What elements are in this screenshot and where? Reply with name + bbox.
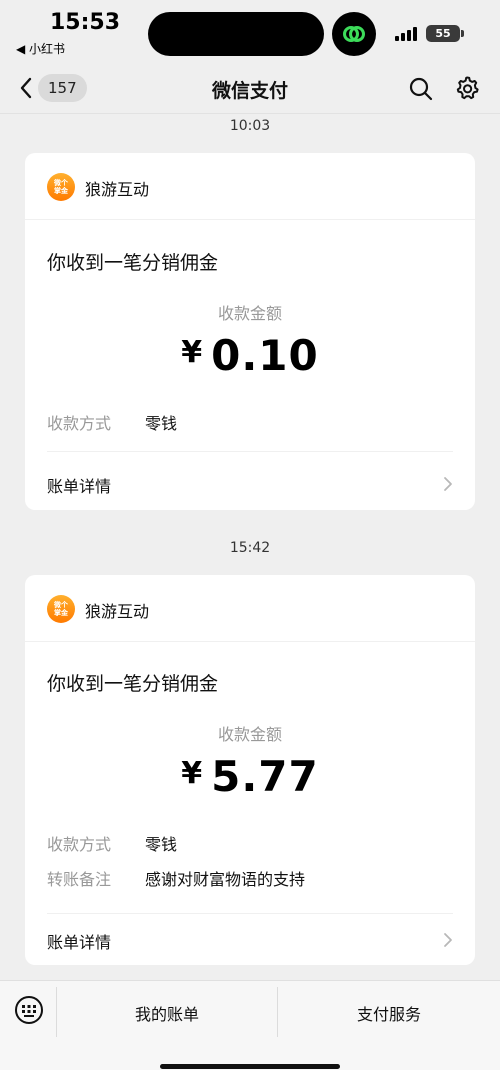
amount-value: ¥5.77 bbox=[25, 752, 475, 801]
nav-bar: 157 微信支付 bbox=[0, 62, 500, 114]
merchant-name: 狼游互动 bbox=[85, 602, 150, 621]
payment-method-value: 零钱 bbox=[145, 414, 178, 433]
transfer-note-label: 转账备注 bbox=[47, 870, 112, 889]
merchant-logo: 微个 掌金 bbox=[47, 595, 75, 623]
payment-notification-card[interactable]: 微个 掌金 狼游互动 你收到一笔分销佣金 收款金额 ¥0.10 收款方式 零钱 账… bbox=[25, 153, 475, 510]
live-activity-icon[interactable] bbox=[332, 12, 376, 56]
notification-heading: 你收到一笔分销佣金 bbox=[47, 673, 219, 695]
amount-label: 收款金额 bbox=[217, 725, 282, 744]
gear-icon[interactable] bbox=[454, 75, 480, 101]
home-indicator[interactable] bbox=[160, 1064, 340, 1069]
bottom-menu-bar: 我的账单 支付服务 bbox=[0, 980, 500, 1070]
dynamic-island bbox=[148, 12, 324, 56]
divider bbox=[47, 913, 453, 914]
payment-notification-card[interactable]: 微个 掌金 狼游互动 你收到一笔分销佣金 收款金额 ¥5.77 收款方式 零钱 转… bbox=[25, 575, 475, 965]
merchant-logo: 微个 掌金 bbox=[47, 173, 75, 201]
timestamp-text: 15:42 bbox=[221, 538, 279, 558]
message-timestamp: 15:42 bbox=[0, 538, 500, 558]
message-timestamp: 10:03 bbox=[0, 116, 500, 136]
currency-symbol: ¥ bbox=[181, 335, 204, 370]
back-to-app-link[interactable]: ◀ 小红书 bbox=[16, 40, 65, 57]
transfer-note-value: 感谢对财富物语的支持 bbox=[145, 870, 306, 889]
payment-method-value: 零钱 bbox=[145, 835, 178, 854]
divider bbox=[25, 219, 475, 220]
amount-number: 0.10 bbox=[211, 331, 319, 380]
notification-heading: 你收到一笔分销佣金 bbox=[47, 252, 219, 274]
battery-icon: 55 bbox=[426, 25, 460, 42]
status-bar: 15:53 ◀ 小红书 55 bbox=[0, 0, 500, 62]
divider bbox=[47, 451, 453, 452]
battery-tip bbox=[461, 30, 464, 37]
keyboard-icon[interactable] bbox=[14, 995, 44, 1025]
bill-details-link[interactable]: 账单详情 bbox=[25, 915, 475, 965]
chevron-right-icon bbox=[444, 933, 452, 947]
chevron-right-icon bbox=[444, 477, 452, 491]
bill-details-label: 账单详情 bbox=[47, 477, 112, 496]
my-bills-menu[interactable]: 我的账单 bbox=[57, 1001, 277, 1025]
merchant-name: 狼游互动 bbox=[85, 180, 150, 199]
search-icon[interactable] bbox=[408, 76, 434, 102]
pay-services-menu[interactable]: 支付服务 bbox=[278, 1001, 500, 1025]
cellular-signal-icon bbox=[395, 27, 421, 41]
amount-number: 5.77 bbox=[211, 752, 319, 801]
status-time: 15:53 bbox=[50, 10, 121, 35]
currency-symbol: ¥ bbox=[181, 756, 204, 791]
amount-label: 收款金额 bbox=[217, 304, 282, 323]
payment-method-label: 收款方式 bbox=[47, 835, 112, 854]
payment-method-label: 收款方式 bbox=[47, 414, 112, 433]
divider bbox=[25, 641, 475, 642]
amount-value: ¥0.10 bbox=[25, 331, 475, 380]
bill-details-link[interactable]: 账单详情 bbox=[25, 459, 475, 509]
timestamp-text: 10:03 bbox=[221, 116, 279, 136]
bill-details-label: 账单详情 bbox=[47, 933, 112, 952]
